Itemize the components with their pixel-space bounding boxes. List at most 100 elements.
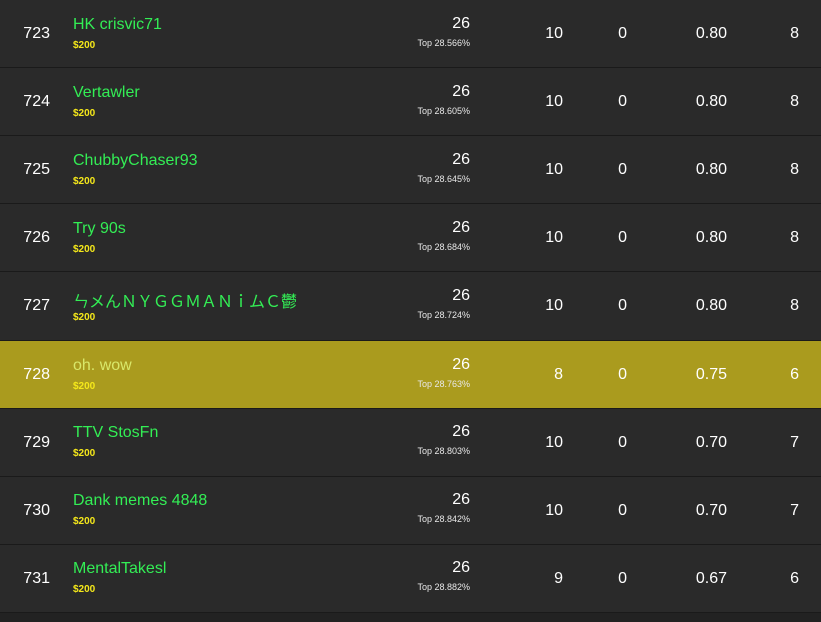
stat-cell-3: 0.75 [695,365,727,383]
stat-cell-2: 0 [618,433,627,451]
stat-cell-3: 0.80 [695,297,727,314]
points-cell: 26 Top 28.842% [380,477,470,544]
stat-cell-3: 0.70 [695,501,727,519]
player-cell: ChubbyChaser93 $200 [73,136,403,203]
player-name-link[interactable]: TTV StosFn [73,424,158,442]
table-row[interactable]: 723 HK crisvic71 $200 26 Top 28.566% 10 0 0.80 8 [0,0,821,68]
stat-cell-2: 0 [618,569,627,587]
stat-cell-1: 10 [545,228,563,246]
top-percent: Top 28.684% [417,242,470,252]
points-value: 26 [452,15,470,32]
points-cell: 26 Top 28.645% [380,136,470,203]
table-row[interactable]: 727 ㄣメんＮＹＧＧＭＡＮｉムＣ鬱 $200 26 Top 28.724% 10 0 0.8… [0,272,821,341]
top-percent: Top 28.842% [417,514,470,524]
prize-amount: $200 [73,176,96,187]
prize-amount: $200 [73,108,96,119]
stat-cell-3: 0.80 [695,228,727,246]
points-value: 26 [452,287,470,304]
points-cell: 26 Top 28.605% [380,68,470,135]
prize-amount: $200 [73,516,96,527]
top-percent: Top 28.803% [417,446,470,456]
table-row[interactable]: 730 Dank memes 4848 $200 26 Top 28.842% 10 0 0.… [0,477,821,545]
player-cell: oh. wow $200 [73,341,403,408]
stat-cell-4: 6 [790,365,799,383]
prize-amount: $200 [73,584,96,595]
player-name-link[interactable]: Dank memes 4848 [73,492,207,510]
player-name-link[interactable]: MentalTakesl [73,560,166,578]
top-percent: Top 28.605% [417,106,470,116]
stat-cell-2: 0 [618,228,627,246]
points-cell: 26 Top 28.566% [380,0,470,67]
stat-cell-1: 10 [545,433,563,451]
prize-amount: $200 [73,381,96,392]
stat-cell-4: 7 [790,433,799,451]
stat-cell-4: 8 [790,24,799,42]
stat-cell-3: 0.70 [695,433,727,451]
player-name-link[interactable]: HK crisvic71 [73,16,162,34]
points-cell: 26 Top 28.882% [380,545,470,612]
stat-cell-1: 10 [545,297,563,314]
player-name-link[interactable]: Vertawler [73,84,140,102]
rank-cell: 724 [23,92,50,110]
rank-cell: 728 [23,365,50,383]
player-cell: Vertawler $200 [73,68,403,135]
top-percent: Top 28.645% [417,174,470,184]
points-cell: 26 Top 28.763% [380,341,470,408]
points-cell: 26 Top 28.724% [380,272,470,340]
points-value: 26 [452,219,470,236]
player-name-link[interactable]: ㄣメんＮＹＧＧＭＡＮｉムＣ鬱 [73,288,297,312]
stat-cell-2: 0 [618,297,627,314]
stat-cell-4: 8 [790,297,799,314]
player-name-link[interactable]: oh. wow [73,357,132,375]
player-name-link[interactable]: ChubbyChaser93 [73,152,198,170]
top-percent: Top 28.724% [417,310,470,320]
stat-cell-1: 10 [545,92,563,110]
stat-cell-3: 0.80 [695,160,727,178]
table-row[interactable]: 726 Try 90s $200 26 Top 28.684% 10 0 0.80 8 [0,204,821,272]
stat-cell-2: 0 [618,365,627,383]
rank-cell: 730 [23,501,50,519]
rank-cell: 727 [23,297,50,314]
stat-cell-1: 8 [554,365,563,383]
stat-cell-1: 10 [545,501,563,519]
player-name-link[interactable]: Try 90s [73,220,126,238]
stat-cell-4: 8 [790,228,799,246]
points-value: 26 [452,491,470,508]
table-row-current-player[interactable]: 728 oh. wow $200 26 Top 28.763% 8 0 0.75 6 [0,341,821,409]
stat-cell-1: 10 [545,160,563,178]
stat-cell-3: 0.80 [695,24,727,42]
points-value: 26 [452,83,470,100]
player-cell: MentalTakesl $200 [73,545,403,612]
stat-cell-2: 0 [618,501,627,519]
points-value: 26 [452,151,470,168]
player-cell: HK crisvic71 $200 [73,0,403,67]
player-cell: TTV StosFn $200 [73,409,403,476]
prize-amount: $200 [73,244,96,255]
top-percent: Top 28.882% [417,582,470,592]
stat-cell-4: 8 [790,160,799,178]
rank-cell: 725 [23,160,50,178]
points-value: 26 [452,423,470,440]
stat-cell-1: 10 [545,24,563,42]
top-percent: Top 28.763% [417,379,470,389]
stat-cell-2: 0 [618,92,627,110]
stat-cell-4: 8 [790,92,799,110]
rank-cell: 723 [23,24,50,42]
table-row[interactable]: 729 TTV StosFn $200 26 Top 28.803% 10 0 0.70 7 [0,409,821,477]
rank-cell: 726 [23,228,50,246]
stat-cell-2: 0 [618,160,627,178]
points-cell: 26 Top 28.684% [380,204,470,271]
rank-cell: 729 [23,433,50,451]
prize-amount: $200 [73,312,96,323]
stat-cell-3: 0.80 [695,92,727,110]
prize-amount: $200 [73,448,96,459]
rank-cell: 731 [23,569,50,587]
top-percent: Top 28.566% [417,38,470,48]
stat-cell-1: 9 [554,569,563,587]
table-row[interactable]: 731 MentalTakesl $200 26 Top 28.882% 9 0 0.67 6 [0,545,821,613]
table-row[interactable]: 724 Vertawler $200 26 Top 28.605% 10 0 0.80 8 [0,68,821,136]
table-row[interactable]: 725 ChubbyChaser93 $200 26 Top 28.645% 10 0 0.8… [0,136,821,204]
prize-amount: $200 [73,40,96,51]
player-cell: Dank memes 4848 $200 [73,477,403,544]
stat-cell-2: 0 [618,24,627,42]
